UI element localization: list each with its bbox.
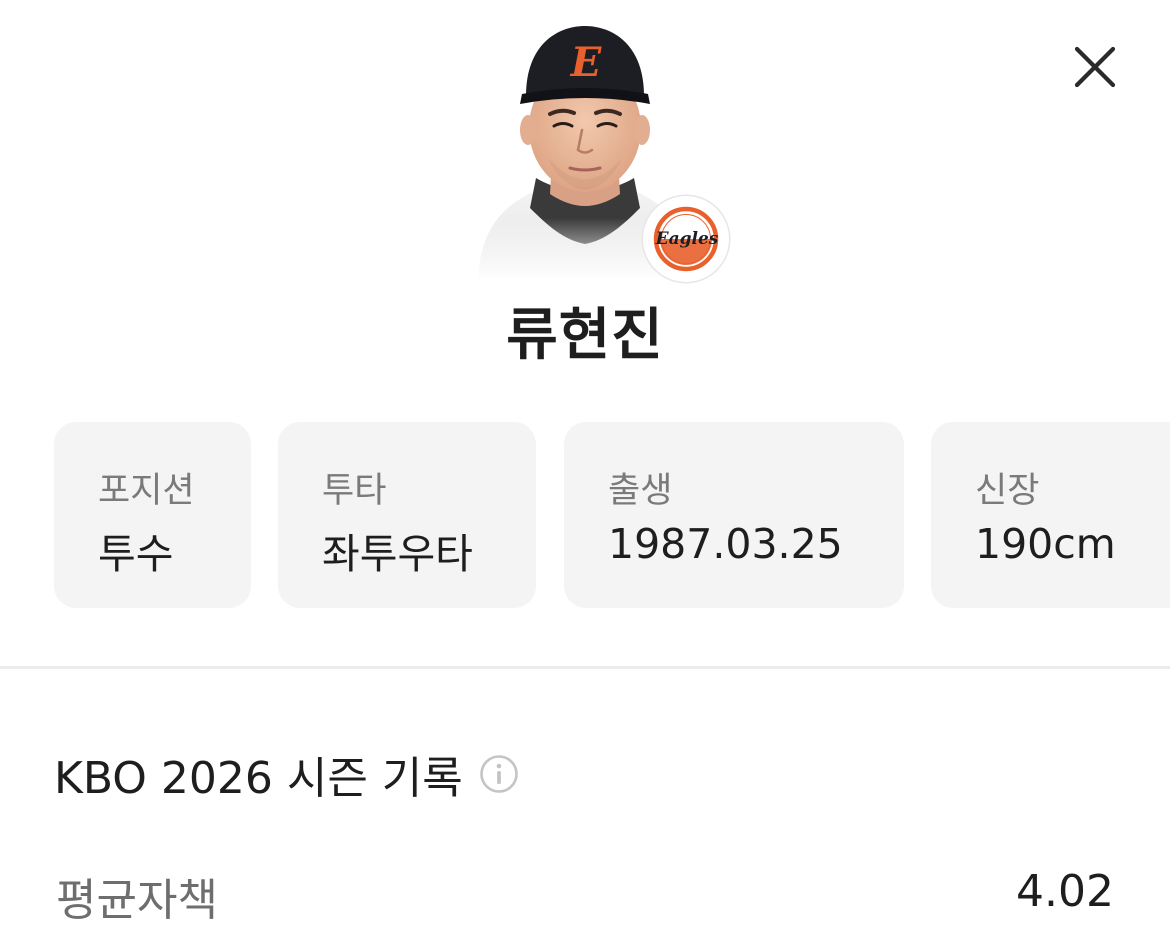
close-icon (1074, 46, 1116, 88)
svg-text:E: E (570, 39, 602, 86)
player-detail-sheet: E Eagles 류현진 포지션 투수 투타 좌투우타 출생 1987.03.2… (0, 0, 1170, 940)
info-card-bats-throws: 투타 좌투우타 (278, 422, 536, 608)
team-logo: Eagles (643, 196, 729, 282)
info-card-label: 신장 (975, 471, 1040, 511)
info-card-position: 포지션 투수 (54, 422, 251, 608)
player-name: 류현진 (506, 303, 664, 368)
info-card-label: 포지션 (98, 471, 195, 511)
info-card-label: 투타 (322, 471, 387, 511)
info-card-birth: 출생 1987.03.25 (564, 422, 904, 608)
season-record-heading: KBO 2026 시즌 기록 (54, 744, 519, 804)
svg-text:Eagles: Eagles (655, 229, 719, 249)
season-record-title: KBO 2026 시즌 기록 (54, 753, 463, 804)
info-button[interactable] (479, 754, 519, 794)
info-icon (479, 755, 518, 793)
info-card-height: 신장 190cm (931, 422, 1170, 608)
eagles-logo-icon: Eagles (653, 206, 719, 272)
info-card-value: 1987.03.25 (608, 520, 843, 568)
stat-label-era: 평균자책 (56, 875, 218, 926)
info-card-value: 좌투우타 (322, 530, 473, 578)
info-card-value: 투수 (98, 530, 174, 578)
info-card-label: 출생 (608, 471, 673, 511)
close-button[interactable] (1064, 36, 1126, 98)
stat-value-era: 4.02 (1016, 866, 1114, 917)
info-card-value: 190cm (975, 520, 1116, 568)
section-divider (0, 666, 1170, 669)
